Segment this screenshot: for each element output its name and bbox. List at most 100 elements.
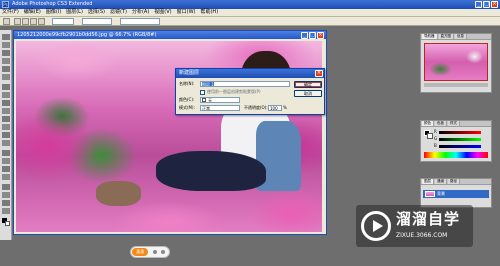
menu-image[interactable]: 图像(I) — [46, 9, 61, 16]
magic-wand-tool-icon[interactable] — [2, 58, 10, 64]
options-bar — [0, 17, 500, 26]
doc-minimize-button[interactable]: _ — [301, 31, 308, 39]
move-tool-icon[interactable] — [2, 34, 10, 40]
intersect-selection-icon[interactable] — [38, 18, 45, 25]
tool-preset-icon[interactable] — [3, 18, 10, 25]
tab-channels[interactable]: 通道 — [435, 179, 447, 184]
type-tool-icon[interactable] — [2, 158, 10, 164]
brush-tool-icon[interactable] — [2, 92, 10, 98]
color-label: 颜色(C): — [179, 97, 195, 102]
pill-dot-icon — [161, 250, 165, 254]
bottom-pill-widget[interactable]: 溜溜 — [130, 246, 170, 258]
navigator-thumbnail[interactable] — [424, 43, 488, 81]
app-titlebar: Ps Adobe Photoshop CS3 Extended _ □ × — [0, 0, 500, 9]
menu-edit[interactable]: 编辑(E) — [24, 9, 41, 16]
layer-row-background[interactable]: 背景 — [423, 190, 489, 198]
blue-slider[interactable] — [439, 145, 481, 148]
tab-paths[interactable]: 路径 — [448, 179, 460, 184]
menu-analysis[interactable]: 分析(A) — [132, 9, 149, 16]
tab-navigator[interactable]: 导航器 — [422, 34, 438, 39]
ok-button[interactable]: 确定 — [294, 81, 322, 88]
cancel-button[interactable]: 取消 — [294, 90, 322, 97]
menu-select[interactable]: 选择(S) — [88, 9, 105, 16]
menu-filter[interactable]: 滤镜(T) — [110, 9, 127, 16]
tab-histogram[interactable]: 直方图 — [438, 34, 454, 39]
eyedropper-tool-icon[interactable] — [2, 192, 10, 198]
close-button[interactable]: × — [491, 1, 498, 8]
document-window: 1205212000e99cfb2901b0dd56.jpg @ 66.7% (… — [13, 30, 327, 235]
subtract-selection-icon[interactable] — [30, 18, 37, 25]
tab-layers[interactable]: 图层 — [422, 179, 434, 184]
feather-input[interactable] — [52, 18, 74, 25]
new-selection-icon[interactable] — [14, 18, 21, 25]
opacity-label: 不透明度(O): — [244, 105, 268, 110]
hand-tool-icon[interactable] — [2, 200, 10, 206]
clone-stamp-tool-icon[interactable] — [2, 100, 10, 106]
history-brush-tool-icon[interactable] — [2, 108, 10, 114]
document-titlebar: 1205212000e99cfb2901b0dd56.jpg @ 66.7% (… — [14, 31, 326, 39]
color-swatch — [202, 98, 206, 102]
layer-name: 背景 — [437, 191, 445, 196]
watermark-url: ZIXUE.3066.COM — [396, 232, 448, 239]
opacity-input[interactable]: 100 — [268, 105, 282, 111]
menu-file[interactable]: 文件(F) — [2, 9, 19, 16]
menu-layer[interactable]: 图层(L) — [66, 9, 83, 16]
photo-girl-legs — [156, 151, 266, 191]
mode-label: 模式(M): — [179, 105, 195, 110]
menu-window[interactable]: 窗口(W) — [177, 9, 196, 16]
menu-bar: 文件(F) 编辑(E) 图像(I) 图层(L) 选择(S) 滤镜(T) 分析(A… — [0, 9, 500, 17]
doc-close-button[interactable]: × — [317, 31, 324, 39]
minimize-button[interactable]: _ — [475, 1, 482, 8]
watermark-title: 溜溜自学 — [396, 210, 461, 228]
menu-help[interactable]: 帮助(H) — [200, 9, 218, 16]
pen-tool-icon[interactable] — [2, 150, 10, 156]
background-color-swatch[interactable] — [5, 221, 10, 226]
crop-tool-icon[interactable] — [2, 66, 10, 72]
new-layer-dialog: 新建图层 × 名称(N): 图层 1 使用前一图层创建剪贴蒙版(P) 颜色(C)… — [175, 68, 325, 115]
tab-color[interactable]: 颜色 — [422, 121, 434, 126]
color-panel: 颜色 色板 样式 R G B — [420, 120, 492, 162]
path-selection-tool-icon[interactable] — [2, 166, 10, 172]
navigator-zoom-slider[interactable] — [424, 83, 488, 87]
lasso-tool-icon[interactable] — [2, 50, 10, 56]
opacity-unit: % — [283, 105, 287, 110]
clipping-mask-label: 使用前一图层创建剪贴蒙版(P) — [207, 89, 261, 94]
gradient-tool-icon[interactable] — [2, 124, 10, 130]
shape-tool-icon[interactable] — [2, 174, 10, 180]
panel-background-swatch[interactable] — [427, 133, 433, 139]
app-title: Adobe Photoshop CS3 Extended — [12, 1, 93, 7]
refine-edge-button[interactable] — [120, 18, 160, 25]
mode-select[interactable]: 正常 — [200, 105, 240, 111]
slice-tool-icon[interactable] — [2, 74, 10, 80]
marquee-tool-icon[interactable] — [2, 42, 10, 48]
clipping-mask-checkbox[interactable] — [200, 90, 205, 95]
play-logo-icon — [361, 211, 391, 241]
red-slider[interactable] — [439, 131, 481, 134]
add-selection-icon[interactable] — [22, 18, 29, 25]
dodge-tool-icon[interactable] — [2, 140, 10, 146]
color-spectrum-bar[interactable] — [424, 152, 488, 158]
dialog-titlebar: 新建图层 × — [176, 69, 324, 78]
color-select[interactable]: 无 — [200, 97, 240, 103]
maximize-button[interactable]: □ — [483, 1, 490, 8]
tab-info[interactable]: 信息 — [455, 34, 467, 39]
notes-tool-icon[interactable] — [2, 184, 10, 190]
watermark: 溜溜自学 ZIXUE.3066.COM — [356, 205, 473, 247]
style-select[interactable] — [82, 18, 112, 25]
tab-styles[interactable]: 样式 — [448, 121, 460, 126]
healing-brush-tool-icon[interactable] — [2, 84, 10, 90]
blur-tool-icon[interactable] — [2, 132, 10, 138]
navigator-panel: 导航器 直方图 信息 — [420, 33, 492, 93]
layer-name-label: 名称(N): — [179, 81, 195, 86]
photo-girl-boot — [96, 181, 141, 206]
tab-swatches[interactable]: 色板 — [435, 121, 447, 126]
layer-name-value: 图层 1 — [202, 82, 214, 87]
zoom-tool-icon[interactable] — [2, 208, 10, 214]
doc-maximize-button[interactable]: □ — [309, 31, 316, 39]
layer-name-input[interactable]: 图层 1 — [200, 81, 290, 87]
dialog-close-button[interactable]: × — [315, 70, 323, 77]
menu-view[interactable]: 视图(V) — [154, 9, 171, 16]
channel-g-label: G — [434, 136, 438, 141]
green-slider[interactable] — [439, 138, 481, 141]
eraser-tool-icon[interactable] — [2, 116, 10, 122]
